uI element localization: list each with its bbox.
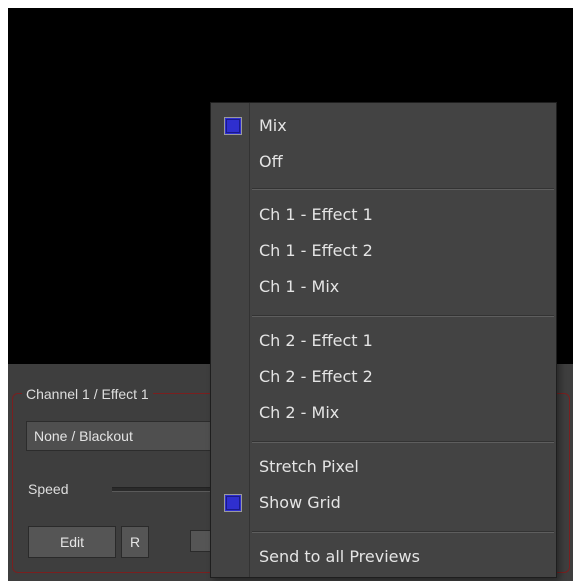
context-menu: Mix Off Ch 1 - Effect 1 Ch 1 - Effect 2 …	[210, 102, 557, 578]
menu-item-label: Off	[259, 152, 283, 171]
menu-item-ch2-effect2[interactable]: Ch 2 - Effect 2	[211, 359, 556, 395]
menu-separator	[252, 441, 554, 443]
menu-item-show-grid[interactable]: Show Grid	[211, 485, 556, 521]
menu-item-ch2-effect1[interactable]: Ch 2 - Effect 1	[211, 323, 556, 359]
menu-item-stretch-pixel[interactable]: Stretch Pixel	[211, 449, 556, 485]
speed-label: Speed	[28, 481, 69, 497]
small-button[interactable]	[190, 530, 212, 552]
menu-item-send-to-all-previews[interactable]: Send to all Previews	[211, 539, 556, 575]
app-window: Channel 1 / Effect 1 None / Blackout Spe…	[0, 0, 576, 581]
menu-item-label: Ch 1 - Mix	[259, 277, 340, 296]
r-button[interactable]: R	[121, 526, 149, 558]
menu-item-ch1-effect1[interactable]: Ch 1 - Effect 1	[211, 197, 556, 233]
menu-separator	[252, 188, 554, 190]
menu-item-ch1-mix[interactable]: Ch 1 - Mix	[211, 269, 556, 305]
menu-item-label: Ch 2 - Effect 1	[259, 331, 373, 350]
menu-item-label: Ch 1 - Effect 2	[259, 241, 373, 260]
menu-item-off[interactable]: Off	[211, 144, 556, 180]
edit-button[interactable]: Edit	[28, 526, 116, 558]
menu-item-label: Mix	[259, 116, 287, 135]
menu-item-label: Send to all Previews	[259, 547, 420, 566]
menu-separator	[252, 531, 554, 533]
checked-box-icon	[224, 117, 242, 135]
channel-group-title: Channel 1 / Effect 1	[22, 385, 153, 403]
menu-item-label: Ch 2 - Mix	[259, 403, 340, 422]
menu-item-label: Show Grid	[259, 493, 341, 512]
effect-select[interactable]: None / Blackout	[26, 421, 236, 451]
speed-slider[interactable]	[112, 487, 222, 492]
menu-item-label: Ch 2 - Effect 2	[259, 367, 373, 386]
menu-item-mix[interactable]: Mix	[211, 108, 556, 144]
menu-item-label: Ch 1 - Effect 1	[259, 205, 373, 224]
menu-item-ch2-mix[interactable]: Ch 2 - Mix	[211, 395, 556, 431]
menu-separator	[252, 315, 554, 317]
checked-box-icon	[224, 494, 242, 512]
menu-item-label: Stretch Pixel	[259, 457, 359, 476]
menu-item-ch1-effect2[interactable]: Ch 1 - Effect 2	[211, 233, 556, 269]
